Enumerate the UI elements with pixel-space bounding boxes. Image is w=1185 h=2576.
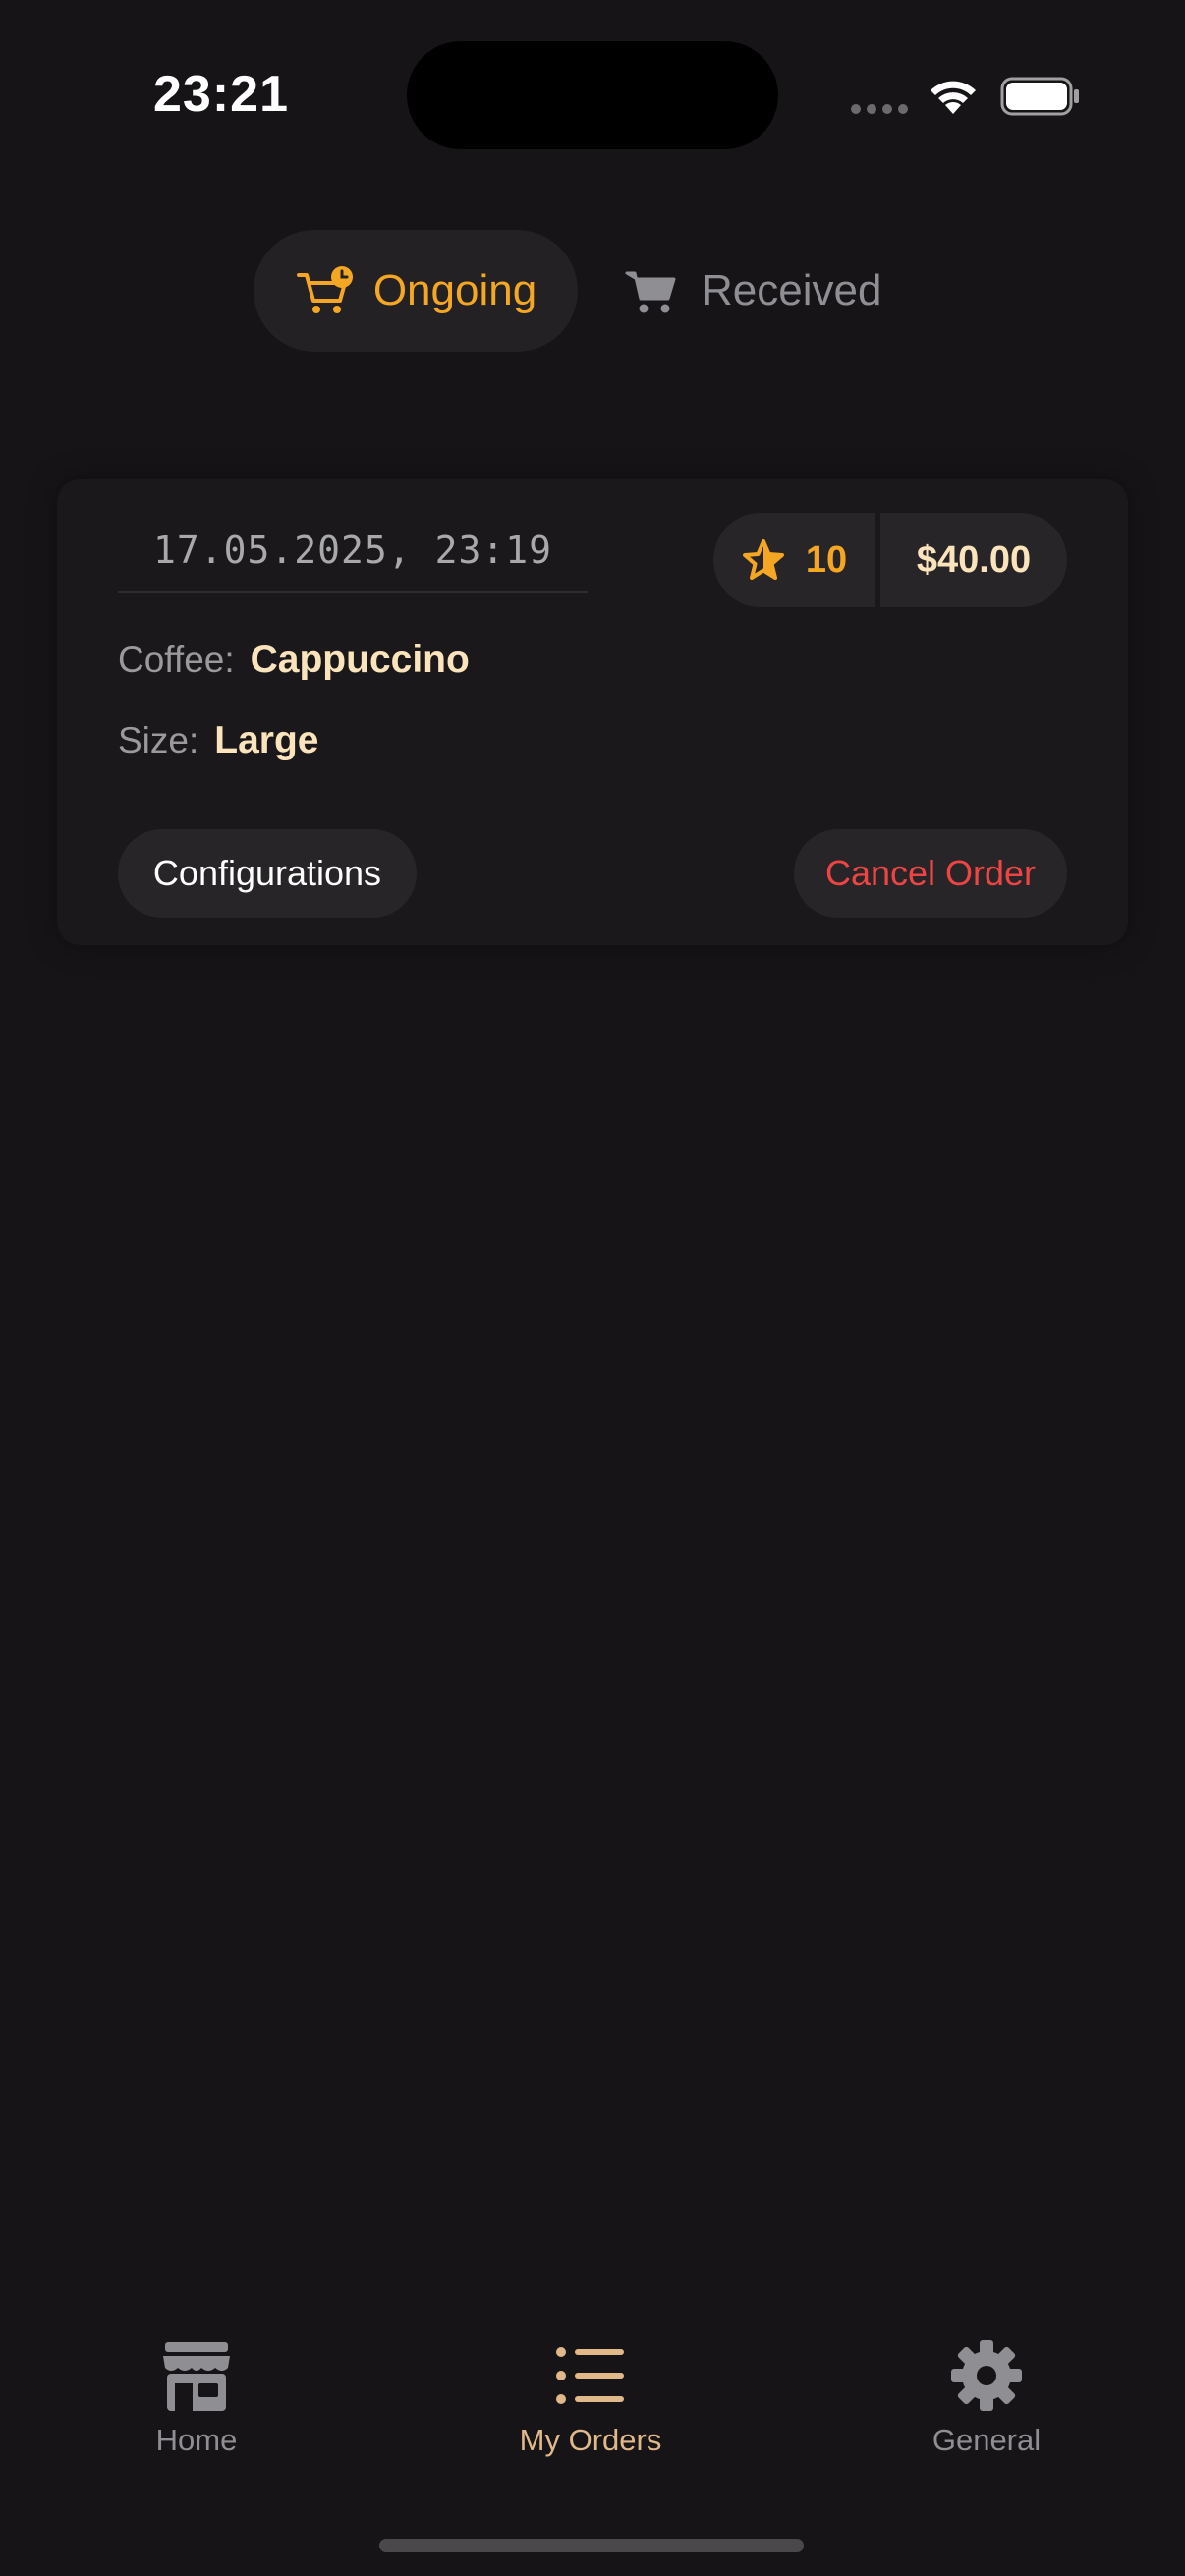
storefront-icon: [163, 2342, 230, 2411]
points-value: 10: [805, 538, 848, 581]
wifi-icon: [931, 81, 976, 114]
order-date: 17.05.2025, 23:19: [118, 509, 588, 593]
order-card: 17.05.2025, 23:19 10 $40.00 Coffee: Capp…: [57, 479, 1128, 945]
cart-clock-icon: [296, 266, 353, 313]
tabbar-item-home[interactable]: Home: [79, 2338, 314, 2458]
home-indicator: [379, 2539, 804, 2552]
star-icon: [742, 539, 784, 580]
tabbar-label-my-orders: My Orders: [519, 2423, 662, 2457]
cart-icon: [625, 271, 676, 313]
order-summary-pills: 10 $40.00: [713, 513, 1067, 607]
configurations-button[interactable]: Configurations: [118, 829, 417, 918]
cellular-signal-icon: [851, 104, 908, 114]
price-value: $40.00: [916, 538, 1032, 581]
coffee-row: Coffee: Cappuccino: [118, 639, 470, 682]
coffee-value: Cappuccino: [250, 639, 470, 681]
size-label: Size:: [118, 720, 199, 760]
tabbar-item-general[interactable]: General: [869, 2338, 1104, 2458]
tabbar-label-home: Home: [155, 2423, 238, 2457]
size-value: Large: [214, 719, 319, 761]
tab-received[interactable]: Received: [625, 230, 881, 352]
price-badge: $40.00: [880, 513, 1067, 607]
coffee-label: Coffee:: [118, 640, 235, 680]
status-time: 23:21: [153, 66, 289, 123]
dynamic-island: [407, 41, 778, 149]
tab-ongoing[interactable]: Ongoing: [254, 230, 578, 352]
battery-icon: [1000, 77, 1079, 116]
tabbar-item-my-orders[interactable]: My Orders: [473, 2338, 708, 2458]
tab-ongoing-label: Ongoing: [372, 266, 537, 314]
cancel-order-button[interactable]: Cancel Order: [794, 829, 1067, 918]
gear-icon: [951, 2340, 1022, 2411]
tab-received-label: Received: [702, 266, 882, 314]
list-icon: [556, 2347, 624, 2404]
size-row: Size: Large: [118, 719, 318, 762]
tabbar-label-general: General: [931, 2423, 1042, 2457]
points-badge: 10: [713, 513, 875, 607]
